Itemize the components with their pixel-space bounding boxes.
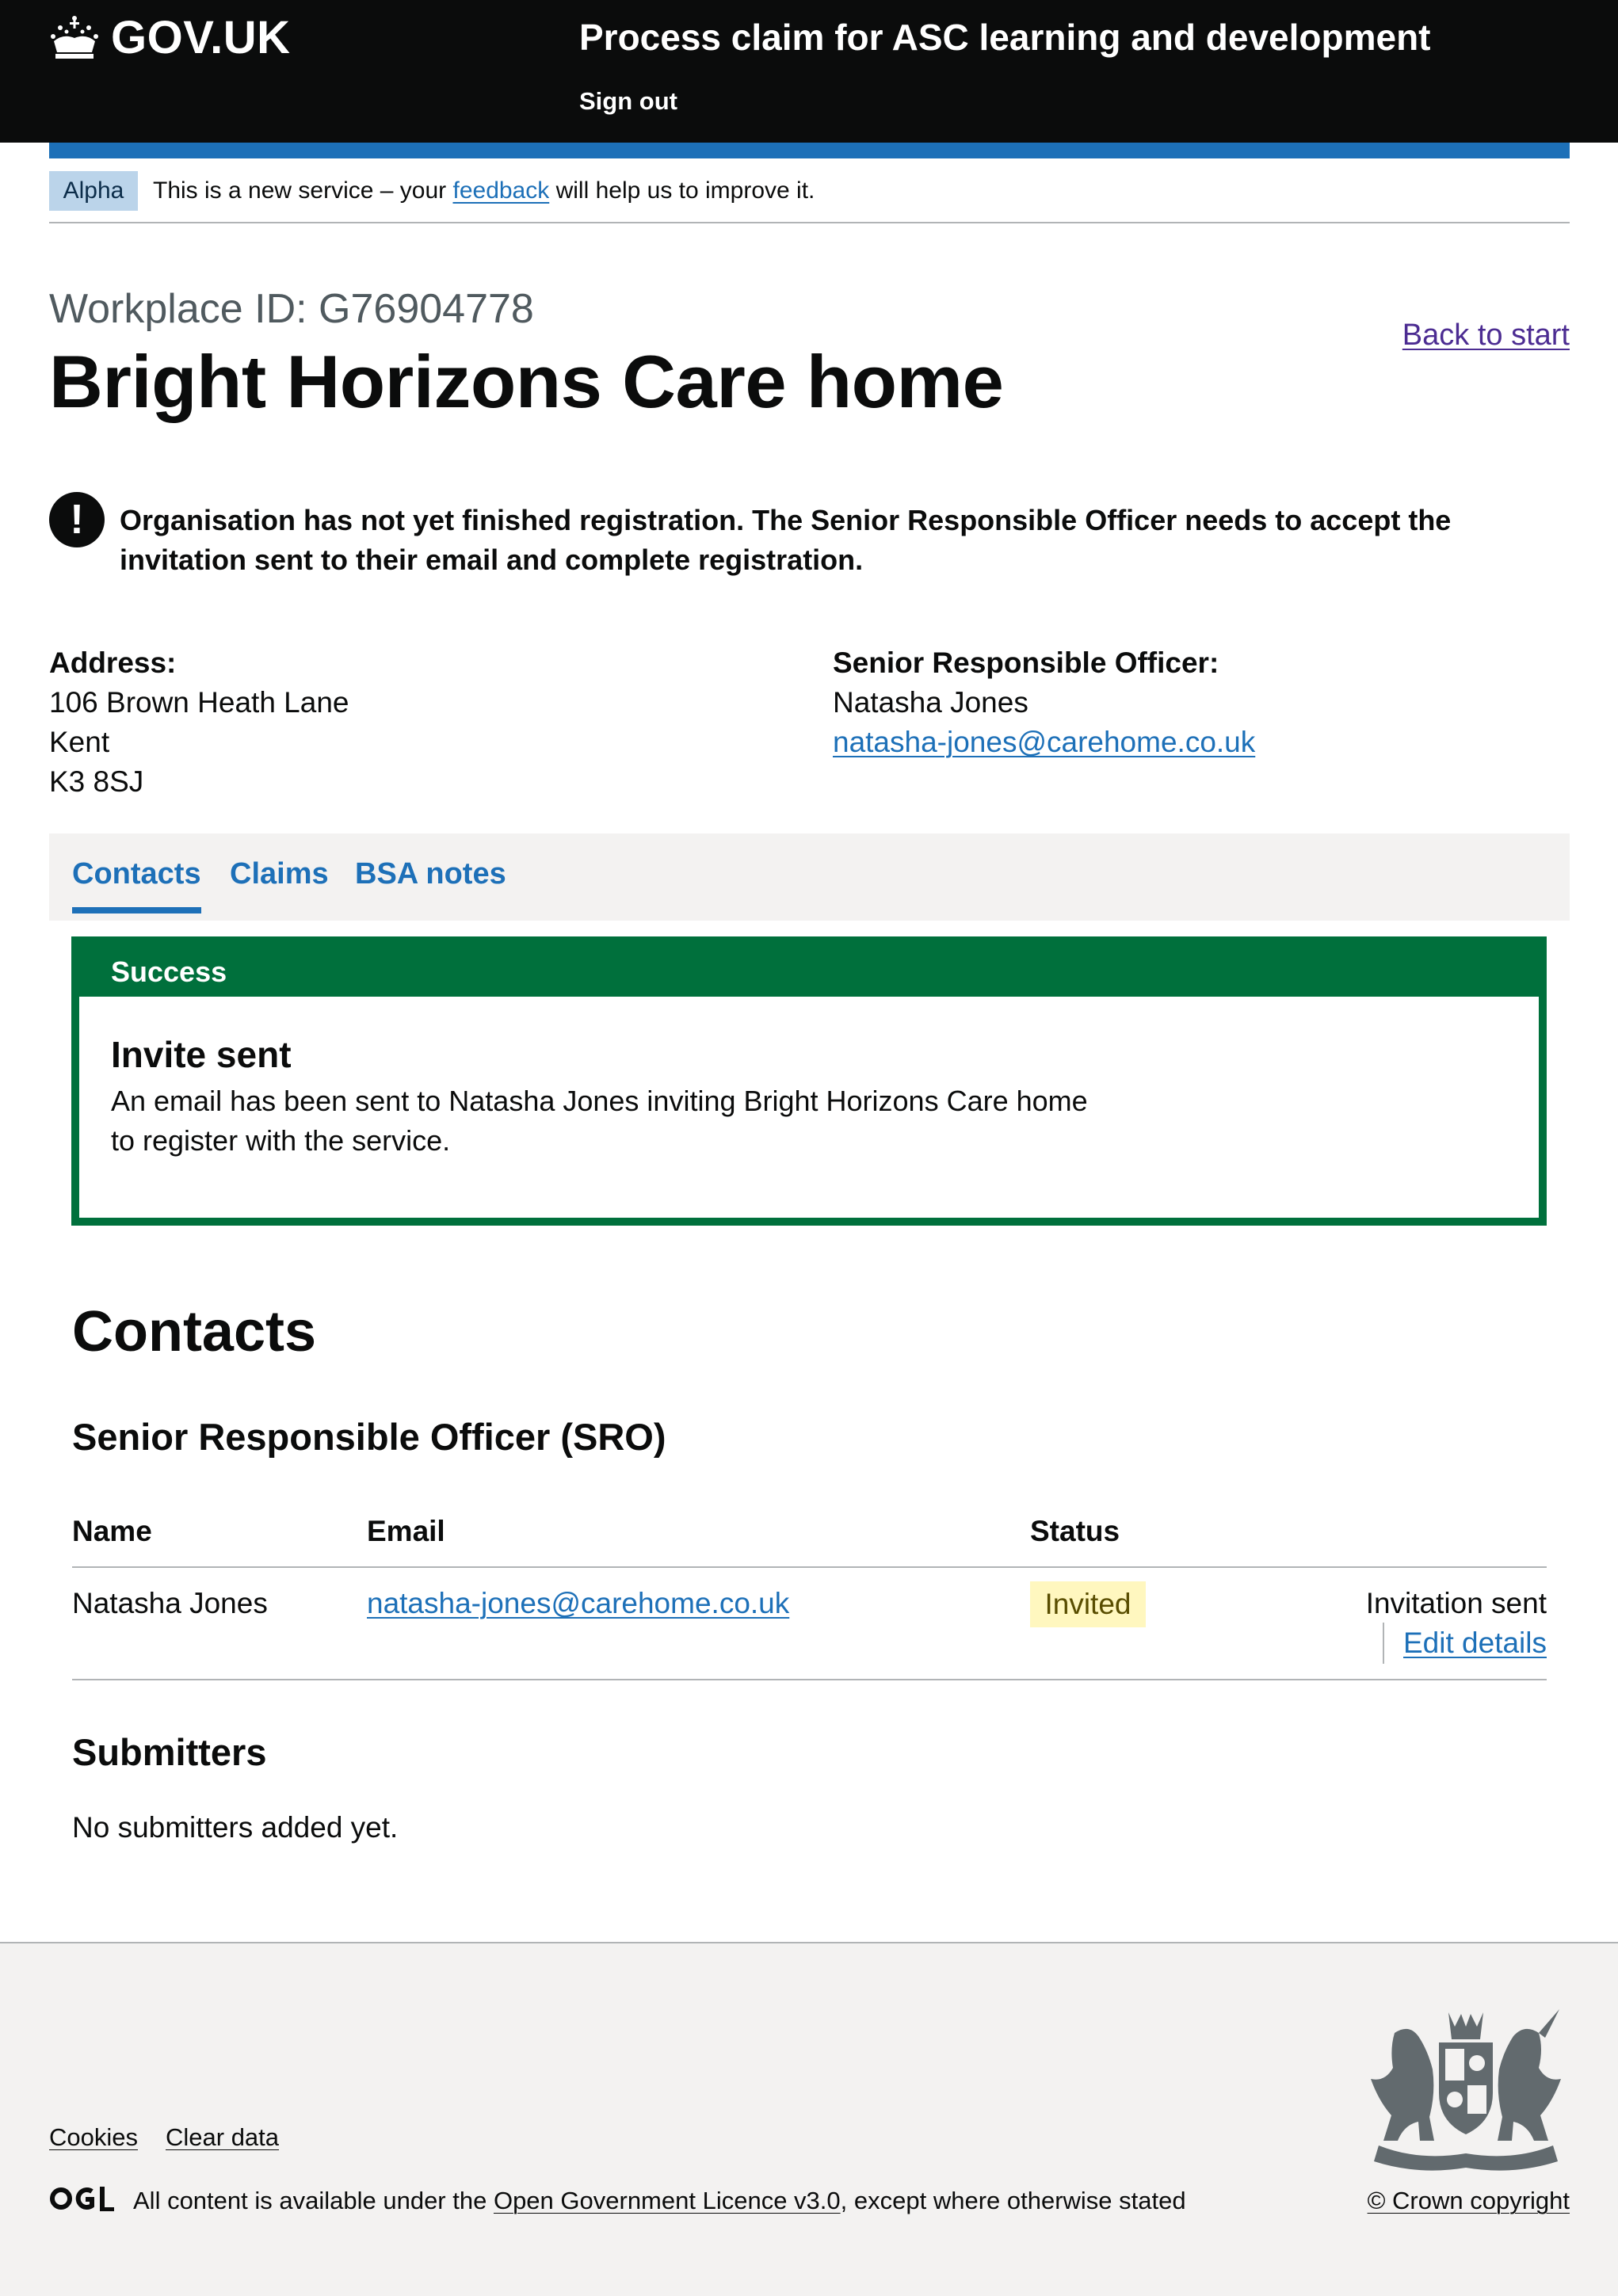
address-line-3: K3 8SJ [49,765,144,798]
back-to-start-link[interactable]: Back to start [1402,318,1570,353]
govuk-logo-link[interactable]: GOV.UK [49,11,290,64]
column-header-email: Email [367,1515,445,1547]
table-header-divider [72,1566,1547,1568]
ogl-logo-icon [49,2185,114,2216]
success-body: An email has been sent to Natasha Jones … [111,1085,1088,1157]
tab-bsa-notes[interactable]: BSA notes [355,857,506,891]
sro-label: Senior Responsible Officer: [833,646,1219,679]
footer-cookies-link[interactable]: Cookies [49,2123,138,2152]
page-title: Bright Horizons Care home [49,340,1004,423]
contact-name: Natasha Jones [72,1587,268,1619]
sign-out-link[interactable]: Sign out [579,87,677,116]
edit-details-link[interactable]: Edit details [1403,1627,1547,1660]
footer-licence-text: All content is available under the Open … [133,2187,1186,2215]
tab-claims[interactable]: Claims [230,857,329,891]
sro-section-heading: Senior Responsible Officer (SRO) [72,1416,666,1458]
site-footer: Cookies Clear data All content is availa… [0,1942,1618,2296]
crown-copyright-link[interactable]: © Crown copyright [1368,2187,1570,2215]
status-badge: Invited [1030,1581,1146,1627]
table-row-divider [72,1679,1547,1680]
column-header-name: Name [72,1515,152,1547]
contact-email-link[interactable]: natasha-jones@carehome.co.uk [367,1587,789,1620]
feedback-link[interactable]: feedback [452,177,549,204]
licence-text-before: All content is available under the [133,2187,494,2214]
licence-text-after: , except where otherwise stated [840,2187,1186,2214]
site-header: GOV.UK Process claim for ASC learning an… [0,0,1618,143]
service-name-link[interactable]: Process claim for ASC learning and devel… [579,16,1431,59]
address-label: Address: [49,646,177,679]
success-heading: Success [79,944,1539,997]
sro-name: Natasha Jones [833,686,1028,719]
address-line-1: 106 Brown Heath Lane [49,686,349,719]
address-block: Address: 106 Brown Heath Lane Kent K3 8S… [49,643,349,802]
phase-banner-text: This is a new service – your feedback wi… [153,177,815,204]
crown-icon [51,15,98,59]
workplace-id-caption: Workplace ID: G76904778 [49,286,534,332]
invitation-sent-text: Invitation sent [1365,1587,1547,1619]
action-separator [1383,1623,1384,1664]
phase-banner: Alpha This is a new service – your feedb… [49,171,1570,223]
submitters-heading: Submitters [72,1731,267,1773]
footer-clear-data-link[interactable]: Clear data [166,2123,279,2152]
phase-text-after: will help us to improve it. [549,177,815,204]
phase-tag: Alpha [49,171,138,211]
phase-text-before: This is a new service – your [153,177,453,204]
open-government-licence-link[interactable]: Open Government Licence v3.0 [494,2187,841,2214]
warning-text: Organisation has not yet finished regist… [120,504,1452,576]
royal-coat-of-arms-icon [1371,2009,1561,2171]
sro-summary: Senior Responsible Officer: Natasha Jone… [833,643,1255,762]
address-line-2: Kent [49,726,110,758]
column-header-status: Status [1030,1515,1120,1547]
tab-contacts[interactable]: Contacts [72,857,201,913]
sro-email-link[interactable]: natasha-jones@carehome.co.uk [833,726,1255,758]
submitters-empty-text: No submitters added yet. [72,1811,399,1844]
success-notification: Success Invite sent An email has been se… [71,936,1547,1226]
warning-icon: ! [49,492,105,547]
header-blue-bar [49,143,1570,158]
govuk-logo-text: GOV.UK [111,12,291,63]
tabs-bar: Contacts Claims BSA notes [49,833,1570,921]
contacts-heading: Contacts [72,1300,317,1363]
success-title: Invite sent [111,1034,292,1075]
